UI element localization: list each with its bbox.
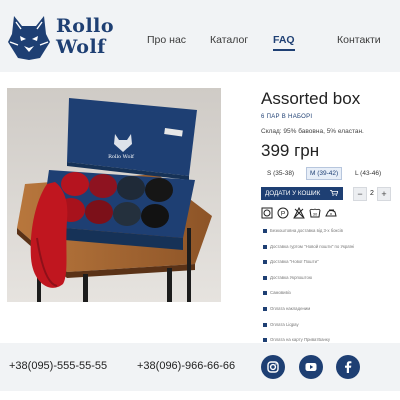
brand-line-2: Wolf (56, 36, 106, 58)
nav-faq[interactable]: FAQ (273, 34, 295, 51)
info-item-text: Безкоштовна доставка від 3-х боксів (270, 228, 343, 233)
svg-text:P: P (281, 211, 285, 218)
size-option-s[interactable]: S (35-38) (263, 167, 298, 180)
youtube-icon (305, 363, 317, 371)
bullet-icon (263, 291, 267, 296)
product-title: Assorted box (261, 89, 361, 108)
product-photo-illustration: Rollo Wolf (7, 88, 221, 302)
facebook-icon (345, 361, 352, 373)
bullet-icon (263, 229, 267, 233)
quantity-increase-button[interactable]: + (377, 187, 391, 201)
svg-text:30: 30 (313, 212, 318, 217)
phone-link-1[interactable]: +38(095)-555-55-55 (9, 360, 107, 372)
info-item-text: Доставка Укрпоштою (270, 274, 313, 280)
hand-wash-icon: 30 (309, 208, 321, 218)
info-item-text: Доставка "Нової Пошти" (270, 259, 319, 265)
delivery-payment-info: Безкоштовна доставка від 3-х боксів Дост… (261, 227, 393, 352)
info-item-text: Самовивіз (270, 290, 291, 296)
brand-line-1: Rollo (56, 15, 115, 37)
info-item: Доставка Укрпоштою (261, 274, 393, 290)
size-option-m-selected[interactable]: M (39-42) (306, 167, 343, 180)
nav-contacts[interactable]: Контакти (337, 34, 381, 46)
cart-icon (330, 190, 338, 196)
bullet-icon (263, 244, 267, 249)
no-bleach-icon (293, 207, 305, 219)
bullet-icon (263, 338, 267, 343)
add-to-cart-button[interactable]: ДОДАТИ У КОШИК (261, 187, 343, 200)
instagram-icon (267, 361, 279, 373)
size-selector: S (35-38) M (39-42) L (43-46) (261, 167, 391, 180)
iron-icon (325, 209, 337, 217)
info-item: Доставка "Нової Пошти" (261, 258, 393, 274)
dry-clean-icon: P (277, 207, 289, 219)
youtube-link[interactable] (299, 355, 323, 379)
info-item-text: Оплата на карту ПриватБанку (270, 337, 330, 343)
size-option-l[interactable]: L (43-46) (351, 167, 385, 180)
bullet-icon (263, 322, 267, 327)
product-composition: Склад: 95% бавовна, 5% еластан. (261, 128, 364, 135)
site-header: Rollo Wolf Про нас Каталог FAQ Контакти (0, 0, 400, 72)
bullet-icon (263, 260, 267, 265)
wash-icon (261, 207, 273, 219)
add-to-cart-label: ДОДАТИ У КОШИК (265, 190, 321, 197)
info-item: Оплата Liqpay (261, 321, 393, 337)
site-footer: +38(095)-555-55-55 +38(096)-966-66-66 (0, 343, 400, 391)
bullet-icon (263, 275, 267, 280)
info-item: Оплата накладеним (261, 305, 393, 321)
brand-logo-text[interactable]: Rollo Wolf (56, 16, 136, 58)
quantity-value[interactable]: 2 (367, 187, 377, 200)
info-item: Доставка гуртом "Новой пошти" по Україні (261, 243, 393, 259)
instagram-link[interactable] (261, 355, 285, 379)
buy-row: ДОДАТИ У КОШИК − 2 + (261, 187, 391, 201)
facebook-link[interactable] (336, 355, 360, 379)
quantity-decrease-button[interactable]: − (353, 187, 367, 201)
wolf-logo-icon[interactable] (6, 12, 52, 62)
box-brand-label: Rollo Wolf (108, 154, 135, 160)
phone-link-2[interactable]: +38(096)-966-66-66 (137, 360, 235, 372)
nav-about[interactable]: Про нас (147, 34, 186, 46)
product-photo[interactable]: Rollo Wolf (7, 88, 221, 302)
info-item-text: Доставка гуртом "Новой пошти" по Україні (270, 243, 355, 249)
info-item-text: Оплата накладеним (270, 305, 311, 311)
product-price: 399 грн (261, 141, 320, 160)
info-item: Самовивіз (261, 289, 393, 305)
info-item-text: Оплата Liqpay (270, 321, 299, 327)
product-subtitle: 6 ПАР В НАБОРІ (261, 114, 313, 120)
nav-catalog[interactable]: Каталог (210, 34, 248, 46)
bullet-icon (263, 306, 267, 311)
info-item: Безкоштовна доставка від 3-х боксів (261, 227, 393, 243)
care-instructions: P 30 (261, 207, 371, 219)
